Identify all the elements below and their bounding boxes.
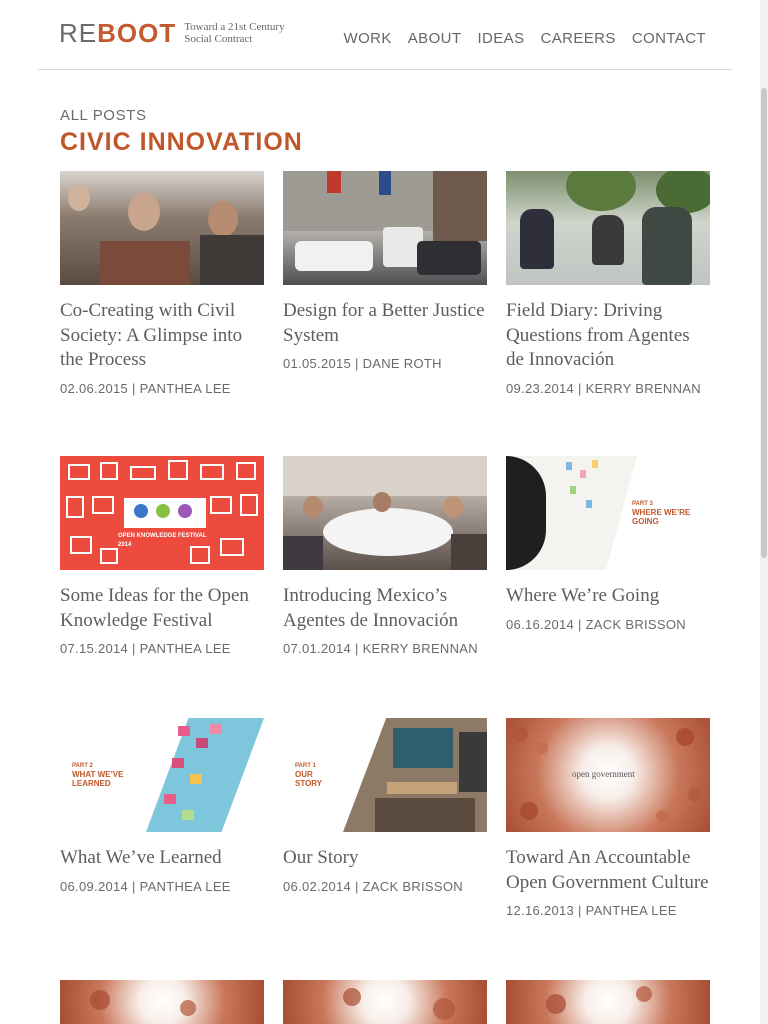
post-thumbnail[interactable]: PART 2 WHAT WE’VE LEARNED xyxy=(60,718,264,832)
post-card: Co-Creating with Civil Society: A Glimps… xyxy=(60,171,264,396)
post-card xyxy=(60,980,264,1024)
logo-wordmark: REBOOT xyxy=(59,18,177,48)
nav-ideas[interactable]: IDEAS xyxy=(477,30,524,47)
nav-contact[interactable]: CONTACT xyxy=(632,30,706,47)
post-title[interactable]: Our Story xyxy=(283,846,487,871)
page-title: CIVIC INNOVATION xyxy=(60,128,303,156)
post-meta: 09.23.2014 | KERRY BRENNAN xyxy=(506,380,701,396)
series-label: OUR STORY xyxy=(295,770,323,788)
post-meta: 06.09.2014 | PANTHEA LEE xyxy=(60,878,231,894)
post-title[interactable]: Design for a Better Justice System xyxy=(283,299,487,348)
site-header: REBOOT Toward a 21st Century Social Cont… xyxy=(38,0,732,70)
post-card: PART 2 WHAT WE’VE LEARNED What We’ve Lea… xyxy=(60,718,264,894)
post-card: open government Toward An Accountable Op… xyxy=(506,718,710,918)
post-title[interactable]: Toward An Accountable Open Government Cu… xyxy=(506,846,710,895)
post-meta: 06.16.2014 | ZACK BRISSON xyxy=(506,616,686,632)
breadcrumb[interactable]: ALL POSTS xyxy=(60,107,147,124)
scrollbar[interactable] xyxy=(760,0,768,1024)
post-meta: 01.05.2015 | DANE ROTH xyxy=(283,356,442,371)
post-card: Introducing Mexico’s Agentes de Innovaci… xyxy=(283,456,487,656)
post-card xyxy=(283,980,487,1024)
post-title[interactable]: Co-Creating with Civil Society: A Glimps… xyxy=(60,299,264,373)
opengov-label: open government xyxy=(572,769,635,779)
post-meta: 07.01.2014 | KERRY BRENNAN xyxy=(283,641,478,656)
post-card: Field Diary: Driving Questions from Agen… xyxy=(506,171,710,396)
post-card: PART 1 OUR STORY Our Story 06.02.2014 | … xyxy=(283,718,487,894)
post-thumbnail[interactable] xyxy=(60,171,264,285)
post-title[interactable]: Introducing Mexico’s Agentes de Innovaci… xyxy=(283,584,487,633)
post-thumbnail[interactable]: PART 3 WHERE WE’RE GOING xyxy=(506,456,710,570)
post-thumbnail[interactable]: open government xyxy=(506,718,710,832)
post-thumbnail[interactable] xyxy=(283,980,487,1024)
nav-careers[interactable]: CAREERS xyxy=(540,30,615,47)
nav-about[interactable]: ABOUT xyxy=(408,30,462,47)
post-card: Design for a Better Justice System 01.05… xyxy=(283,171,487,371)
post-title[interactable]: What We’ve Learned xyxy=(60,846,264,871)
post-thumbnail[interactable] xyxy=(60,980,264,1024)
nav-work[interactable]: WORK xyxy=(344,30,392,47)
series-label: WHERE WE’RE GOING xyxy=(632,508,691,526)
post-title[interactable]: Some Ideas for the Open Knowledge Festiv… xyxy=(60,584,264,633)
series-label: WHAT WE’VE LEARNED xyxy=(72,770,124,788)
scrollbar-thumb[interactable] xyxy=(761,88,767,558)
post-meta: 02.06.2015 | PANTHEA LEE xyxy=(60,380,231,396)
post-card xyxy=(506,980,710,1024)
post-thumbnail[interactable] xyxy=(283,171,487,285)
post-meta: 07.15.2014 | PANTHEA LEE xyxy=(60,641,231,656)
post-thumbnail[interactable] xyxy=(283,456,487,570)
post-thumbnail[interactable] xyxy=(506,171,710,285)
post-meta: 12.16.2013 | PANTHEA LEE xyxy=(506,903,677,918)
post-title[interactable]: Where We’re Going xyxy=(506,584,710,609)
post-thumbnail[interactable]: OPEN KNOWLEDGE FESTIVAL 2014 xyxy=(60,456,264,570)
post-card: OPEN KNOWLEDGE FESTIVAL 2014 Some Ideas … xyxy=(60,456,264,656)
site-logo[interactable]: REBOOT Toward a 21st Century Social Cont… xyxy=(59,19,294,47)
logo-tagline: Toward a 21st Century Social Contract xyxy=(184,21,285,45)
main-nav: WORK ABOUT IDEAS CAREERS CONTACT xyxy=(344,30,706,47)
post-title[interactable]: Field Diary: Driving Questions from Agen… xyxy=(506,299,710,373)
post-thumbnail[interactable] xyxy=(506,980,710,1024)
post-meta: 06.02.2014 | ZACK BRISSON xyxy=(283,878,463,894)
post-card: PART 3 WHERE WE’RE GOING Where We’re Goi… xyxy=(506,456,710,632)
post-thumbnail[interactable]: PART 1 OUR STORY xyxy=(283,718,487,832)
